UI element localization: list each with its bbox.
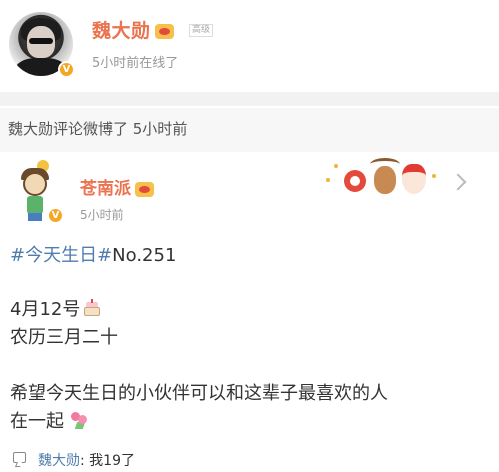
reindeer-icon	[370, 158, 400, 194]
topic-link[interactable]: #今天生日#	[10, 245, 112, 266]
avatar-head	[23, 172, 47, 196]
avatar-glasses	[29, 38, 53, 44]
author-name-text[interactable]: 苍南派	[80, 179, 131, 199]
post-time: 5小时前	[80, 208, 124, 222]
reply-content: 我19了	[84, 453, 135, 469]
profile-header	[0, 0, 499, 92]
post-topic-line: #今天生日#No.251	[10, 244, 176, 268]
user-name[interactable]: 魏大勋	[92, 16, 174, 43]
post-wish-text-2: 在一起	[10, 411, 64, 432]
sparkle-dot	[432, 174, 436, 178]
reply-author[interactable]: 魏大勋	[38, 453, 80, 469]
author-name[interactable]: 苍南派	[80, 174, 154, 199]
post-wish-line-1: 希望今天生日的小伙伴可以和这辈子最喜欢的人	[10, 383, 388, 404]
reply-comment[interactable]: 魏大勋: 我19了	[38, 450, 135, 470]
avatar-body	[27, 196, 43, 214]
weibo-eye-icon	[344, 170, 366, 192]
post-date-line: 4月12号	[10, 298, 102, 322]
bouquet-icon	[68, 410, 90, 430]
section-divider	[0, 92, 499, 106]
christmas-decoration	[322, 156, 442, 204]
sparkle-dot	[334, 164, 338, 168]
sparkle-dot	[326, 178, 330, 182]
member-tag: 高级	[189, 24, 214, 37]
santa-icon	[402, 164, 426, 194]
author-crown-icon	[135, 181, 154, 197]
post-wish-line-2: 在一起	[10, 410, 90, 434]
comment-notice-text: 魏大勋评论微博了 5小时前	[8, 120, 188, 138]
post-lunar-line: 农历三月二十	[10, 327, 118, 348]
cake-icon	[82, 299, 102, 317]
comment-icon[interactable]	[13, 452, 26, 463]
crown-icon	[154, 24, 174, 39]
topic-suffix: No.251	[112, 245, 177, 266]
online-status: 5小时前在线了	[92, 56, 179, 71]
verified-badge-icon: V	[58, 61, 75, 78]
user-name-text[interactable]: 魏大勋	[92, 20, 151, 42]
post-date-text: 4月12号	[10, 299, 81, 320]
avatar-legs	[28, 213, 42, 221]
author-verified-badge-icon: V	[47, 207, 64, 224]
